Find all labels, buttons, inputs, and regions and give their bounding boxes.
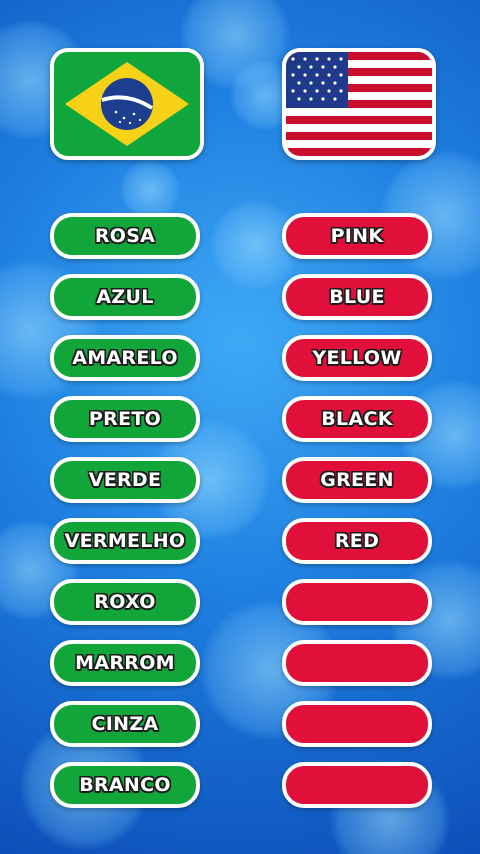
portuguese-word-pill: ROXO	[50, 579, 200, 625]
english-word-pill-empty	[282, 762, 432, 808]
english-word-pill-empty	[282, 579, 432, 625]
english-word-pill: YELLOW	[282, 335, 432, 381]
english-word-pill: RED	[282, 518, 432, 564]
portuguese-word-pill: VERMELHO	[50, 518, 200, 564]
portuguese-word-pill: AMARELO	[50, 335, 200, 381]
portuguese-word-pill: VERDE	[50, 457, 200, 503]
english-word-pill: GREEN	[282, 457, 432, 503]
portuguese-word-pill: MARROM	[50, 640, 200, 686]
english-word-pill: PINK	[282, 213, 432, 259]
brazil-flag-icon	[50, 48, 204, 160]
english-word-pill: BLACK	[282, 396, 432, 442]
english-word-pill-empty	[282, 640, 432, 686]
portuguese-word-pill: CINZA	[50, 701, 200, 747]
usa-flag-icon	[282, 48, 436, 160]
english-word-pill: BLUE	[282, 274, 432, 320]
english-word-pill-empty	[282, 701, 432, 747]
portuguese-word-pill: PRETO	[50, 396, 200, 442]
portuguese-word-pill: AZUL	[50, 274, 200, 320]
portuguese-word-pill: ROSA	[50, 213, 200, 259]
portuguese-word-pill: BRANCO	[50, 762, 200, 808]
